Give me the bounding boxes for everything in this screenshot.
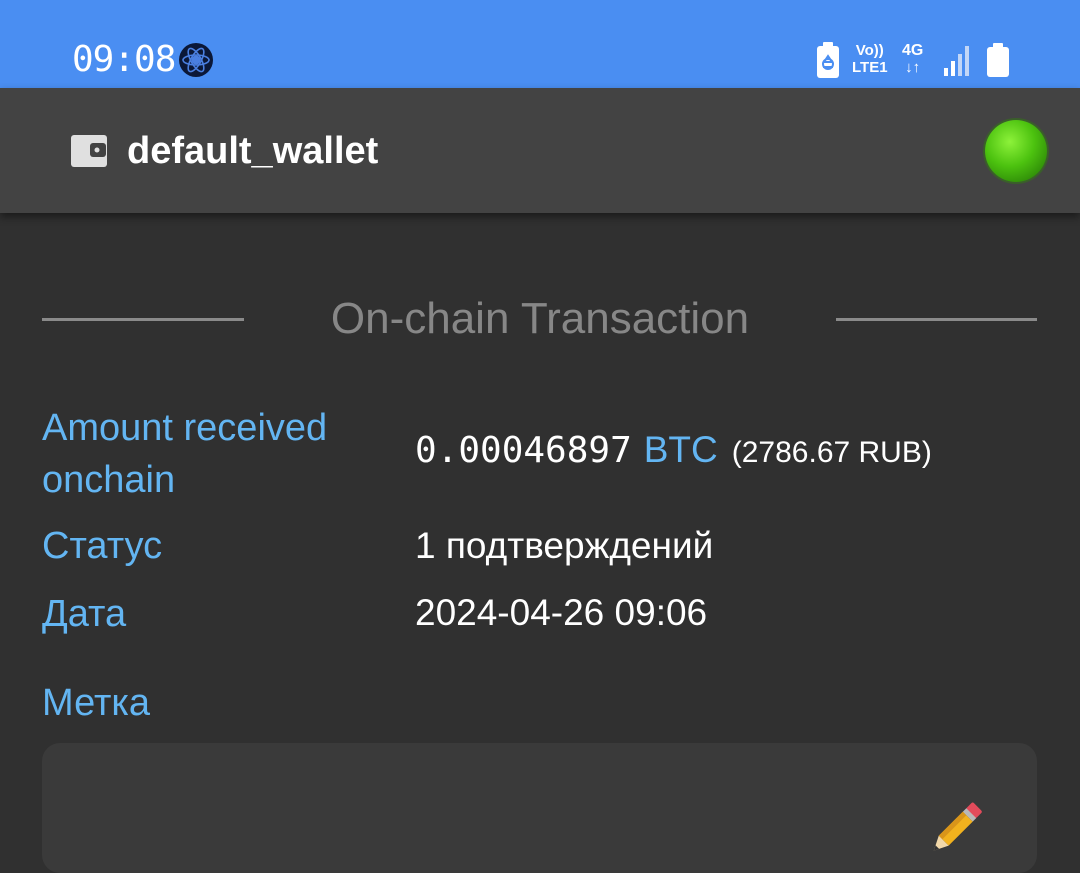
volte-text: Vo)) <box>855 42 884 59</box>
status-label: Статус <box>42 525 163 567</box>
section-divider-right <box>836 318 1037 321</box>
amount-unit[interactable]: BTC <box>644 429 718 470</box>
battery-icon <box>987 43 1009 77</box>
amount-value: 0.00046897 <box>415 430 632 471</box>
data-arrows-icon: ↓↑ <box>905 59 921 76</box>
date-value: 2024-04-26 09:06 <box>415 592 708 633</box>
lte-text: LTE1 <box>852 59 888 76</box>
network-indicator: 4G ↓↑ <box>902 42 923 76</box>
wallet-icon[interactable] <box>70 133 108 169</box>
date-label: Дата <box>42 593 127 635</box>
signal-icon <box>944 46 969 76</box>
tag-field[interactable] <box>42 743 1037 873</box>
volte-indicator: Vo)) LTE1 <box>852 42 888 76</box>
amount-label: Amount received onchain <box>42 407 328 501</box>
status-bar: 09:08 Vo)) LTE1 4G ↓↑ <box>0 0 1080 88</box>
battery-saver-icon <box>817 42 839 78</box>
connection-status-indicator[interactable] <box>985 120 1047 182</box>
electrum-app-icon <box>179 43 213 77</box>
status-clock: 09:08 <box>72 39 176 80</box>
wallet-name[interactable]: default_wallet <box>127 126 378 176</box>
network-type-text: 4G <box>902 42 924 59</box>
app-bar: default_wallet <box>0 88 1080 213</box>
tag-label: Метка <box>42 682 150 724</box>
pencil-edit-icon[interactable] <box>920 793 990 863</box>
amount-fiat: (2786.67 RUB) <box>731 436 932 469</box>
status-value: 1 подтверждений <box>415 525 714 566</box>
amount-value-row: 0.00046897 BTC (2786.67 RUB) <box>415 425 932 478</box>
